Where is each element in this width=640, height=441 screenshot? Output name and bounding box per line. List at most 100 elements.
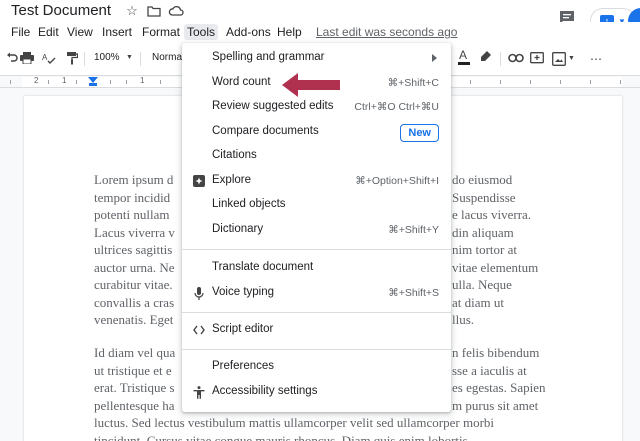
- menu-insert[interactable]: Insert: [99, 24, 135, 40]
- menu-item-accessibility-settings[interactable]: Accessibility settings: [182, 381, 451, 405]
- tools-menu: Spelling and grammar Word count ⌘+Shift+…: [182, 43, 451, 412]
- ruler-tick: [76, 80, 77, 84]
- menu-addons[interactable]: Add-ons: [223, 24, 274, 40]
- svg-text:A: A: [42, 53, 48, 62]
- code-icon: [192, 323, 206, 337]
- spellcheck-icon[interactable]: A: [42, 52, 56, 67]
- menu-item-label: Citations: [212, 149, 257, 161]
- chevron-down-icon[interactable]: ▼: [568, 55, 575, 62]
- menu-item-label: Compare documents: [212, 125, 319, 137]
- ruler-tick: [126, 80, 127, 84]
- menu-format[interactable]: Format: [139, 24, 183, 40]
- text-line: es egestas. Sapien: [452, 380, 546, 395]
- menu-item-shortcut: ⌘+Option+Shift+I: [355, 175, 439, 187]
- more-options-icon[interactable]: ⋯: [590, 52, 602, 66]
- menu-item-label: Translate document: [212, 261, 314, 273]
- move-folder-icon[interactable]: [146, 3, 162, 19]
- microphone-icon: [192, 286, 206, 300]
- zoom-select[interactable]: 100%: [94, 52, 120, 63]
- annotation-arrow-icon: [282, 73, 340, 97]
- text-line: nim tortor at: [452, 242, 517, 257]
- document-title[interactable]: Test Document: [11, 2, 111, 19]
- insert-image-icon[interactable]: [552, 52, 566, 69]
- ruler-tick: [48, 80, 49, 84]
- menu-item-linked-objects[interactable]: Linked objects: [182, 194, 451, 218]
- ruler-tick: [590, 80, 591, 84]
- menu-separator: [182, 249, 451, 250]
- text-line: din aliquam: [452, 224, 514, 240]
- last-edit-link[interactable]: Last edit was seconds ago: [316, 25, 457, 39]
- add-comment-icon[interactable]: [530, 52, 544, 69]
- menu-item-label: Preferences: [212, 360, 275, 372]
- submenu-arrow-icon: [432, 54, 437, 62]
- ruler-tick: [530, 80, 531, 84]
- ruler-number: 1: [62, 76, 67, 85]
- ruler-tick: [500, 80, 501, 84]
- text-line: llus.: [452, 312, 475, 327]
- ruler-tick: [620, 80, 621, 84]
- ruler-tick: [160, 80, 161, 84]
- text-line: at diam ut: [452, 294, 504, 310]
- title-icons: ☆: [124, 3, 184, 19]
- menu-item-shortcut: Ctrl+⌘O Ctrl+⌘U: [354, 101, 439, 113]
- text-line: tincidunt. Cursus vitae congue mauris rh…: [94, 432, 468, 441]
- menu-view[interactable]: View: [64, 24, 96, 40]
- new-badge: New: [400, 124, 439, 142]
- menu-bar: File Edit View Insert Format Tools Add-o…: [0, 22, 640, 42]
- paragraph-1-right[interactable]: do eiusmod Suspendisse e lacus viverra. …: [452, 171, 562, 329]
- menu-item-preferences[interactable]: Preferences: [182, 356, 451, 380]
- toolbar-divider: [84, 52, 85, 66]
- menu-item-shortcut: ⌘+Shift+S: [388, 287, 439, 299]
- ruler-tick: [560, 80, 561, 84]
- menu-help[interactable]: Help: [274, 24, 305, 40]
- menu-item-review-suggested-edits[interactable]: Review suggested edits Ctrl+⌘O Ctrl+⌘U: [182, 96, 451, 120]
- text-line: m purus sit amet: [452, 397, 539, 413]
- menu-item-label: Voice typing: [212, 286, 275, 298]
- text-line: vitae elementum: [452, 259, 539, 275]
- undo-icon[interactable]: [6, 52, 18, 67]
- text-line: e lacus viverra.: [452, 207, 532, 222]
- menu-item-shortcut: ⌘+Shift+C: [387, 77, 439, 89]
- ruler-tick: [470, 80, 471, 84]
- menu-item-citations[interactable]: Citations: [182, 145, 451, 169]
- text-line: Suspendisse: [452, 189, 516, 205]
- ruler-number: 1: [140, 76, 145, 85]
- paragraph-style-select[interactable]: Normal: [152, 52, 184, 63]
- menu-item-compare-documents[interactable]: Compare documents New: [182, 121, 451, 145]
- menu-tools[interactable]: Tools: [184, 24, 219, 40]
- menu-item-label: Spelling and grammar: [212, 51, 325, 63]
- highlight-icon[interactable]: [480, 50, 492, 67]
- menu-item-label: Word count: [212, 76, 271, 88]
- menu-item-label: Review suggested edits: [212, 100, 334, 112]
- menu-edit[interactable]: Edit: [35, 24, 62, 40]
- cloud-status-icon[interactable]: [168, 3, 184, 19]
- ruler-tick: [110, 80, 111, 84]
- text-line: do eiusmod: [452, 172, 513, 187]
- menu-item-translate-document[interactable]: Translate document: [182, 257, 451, 281]
- left-indent-marker[interactable]: [89, 83, 97, 86]
- ruler-tick: [10, 80, 11, 84]
- title-bar: Test Document ☆ ↑ ▼: [0, 0, 640, 34]
- menu-item-script-editor[interactable]: Script editor: [182, 319, 451, 343]
- menu-item-label: Accessibility settings: [212, 385, 318, 397]
- menu-item-spelling-grammar[interactable]: Spelling and grammar: [182, 47, 451, 71]
- menu-separator: [182, 312, 451, 313]
- paragraph-2-right[interactable]: n felis bibendum sse a iaculis at es ege…: [452, 344, 562, 414]
- chevron-down-icon: ▼: [126, 54, 133, 61]
- paint-format-icon[interactable]: [66, 52, 79, 68]
- menu-file[interactable]: File: [8, 24, 33, 40]
- menu-item-explore[interactable]: Explore ⌘+Option+Shift+I: [182, 170, 451, 194]
- menu-item-label: Linked objects: [212, 198, 286, 210]
- menu-item-shortcut: ⌘+Shift+Y: [388, 224, 439, 236]
- menu-item-voice-typing[interactable]: Voice typing ⌘+Shift+S: [182, 282, 451, 306]
- menu-item-label: Dictionary: [212, 223, 264, 235]
- menu-item-dictionary[interactable]: Dictionary ⌘+Shift+Y: [182, 219, 451, 243]
- text-line: luctus. Sed lectus vestibulum mattis ull…: [94, 415, 495, 430]
- text-line: n felis bibendum: [452, 345, 540, 360]
- link-icon[interactable]: [508, 52, 524, 66]
- star-icon[interactable]: ☆: [124, 3, 140, 19]
- menu-item-label: Explore: [212, 174, 251, 186]
- print-icon[interactable]: [20, 52, 34, 67]
- text-color-icon[interactable]: A: [458, 48, 470, 69]
- svg-text:A: A: [459, 48, 467, 62]
